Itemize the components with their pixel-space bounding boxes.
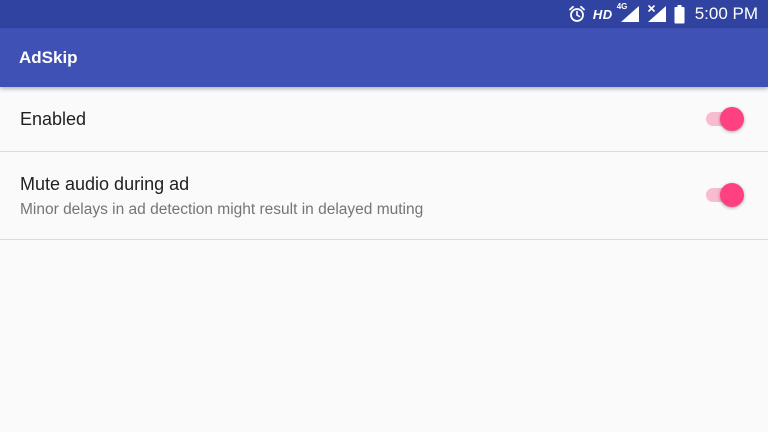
setting-enabled[interactable]: Enabled xyxy=(0,87,768,152)
setting-mute-audio[interactable]: Mute audio during ad Minor delays in ad … xyxy=(0,152,768,240)
status-time: 5:00 PM xyxy=(694,4,758,23)
mute-audio-toggle[interactable] xyxy=(704,183,744,207)
app-title: AdSkip xyxy=(19,47,78,67)
alarm-clock-icon xyxy=(568,5,586,23)
hd-indicator: HD xyxy=(592,6,613,22)
enabled-toggle[interactable] xyxy=(704,107,744,131)
cell-signal-no-service-icon xyxy=(647,5,667,23)
setting-mute-audio-title: Mute audio during ad xyxy=(20,174,190,194)
toggle-thumb xyxy=(720,107,744,131)
setting-mute-audio-summary: Minor delays in ad detection might resul… xyxy=(20,201,424,218)
battery-full-icon xyxy=(674,4,685,24)
network-type-label: 4G xyxy=(616,2,628,11)
toggle-thumb xyxy=(720,183,744,207)
settings-list: Enabled Mute audio during ad Minor delay… xyxy=(0,87,768,240)
setting-enabled-title: Enabled xyxy=(20,109,87,129)
status-bar: HD 4G 5:00 PM xyxy=(0,0,768,28)
app-bar: AdSkip xyxy=(0,28,768,87)
cell-signal-icon: 4G xyxy=(616,2,640,23)
